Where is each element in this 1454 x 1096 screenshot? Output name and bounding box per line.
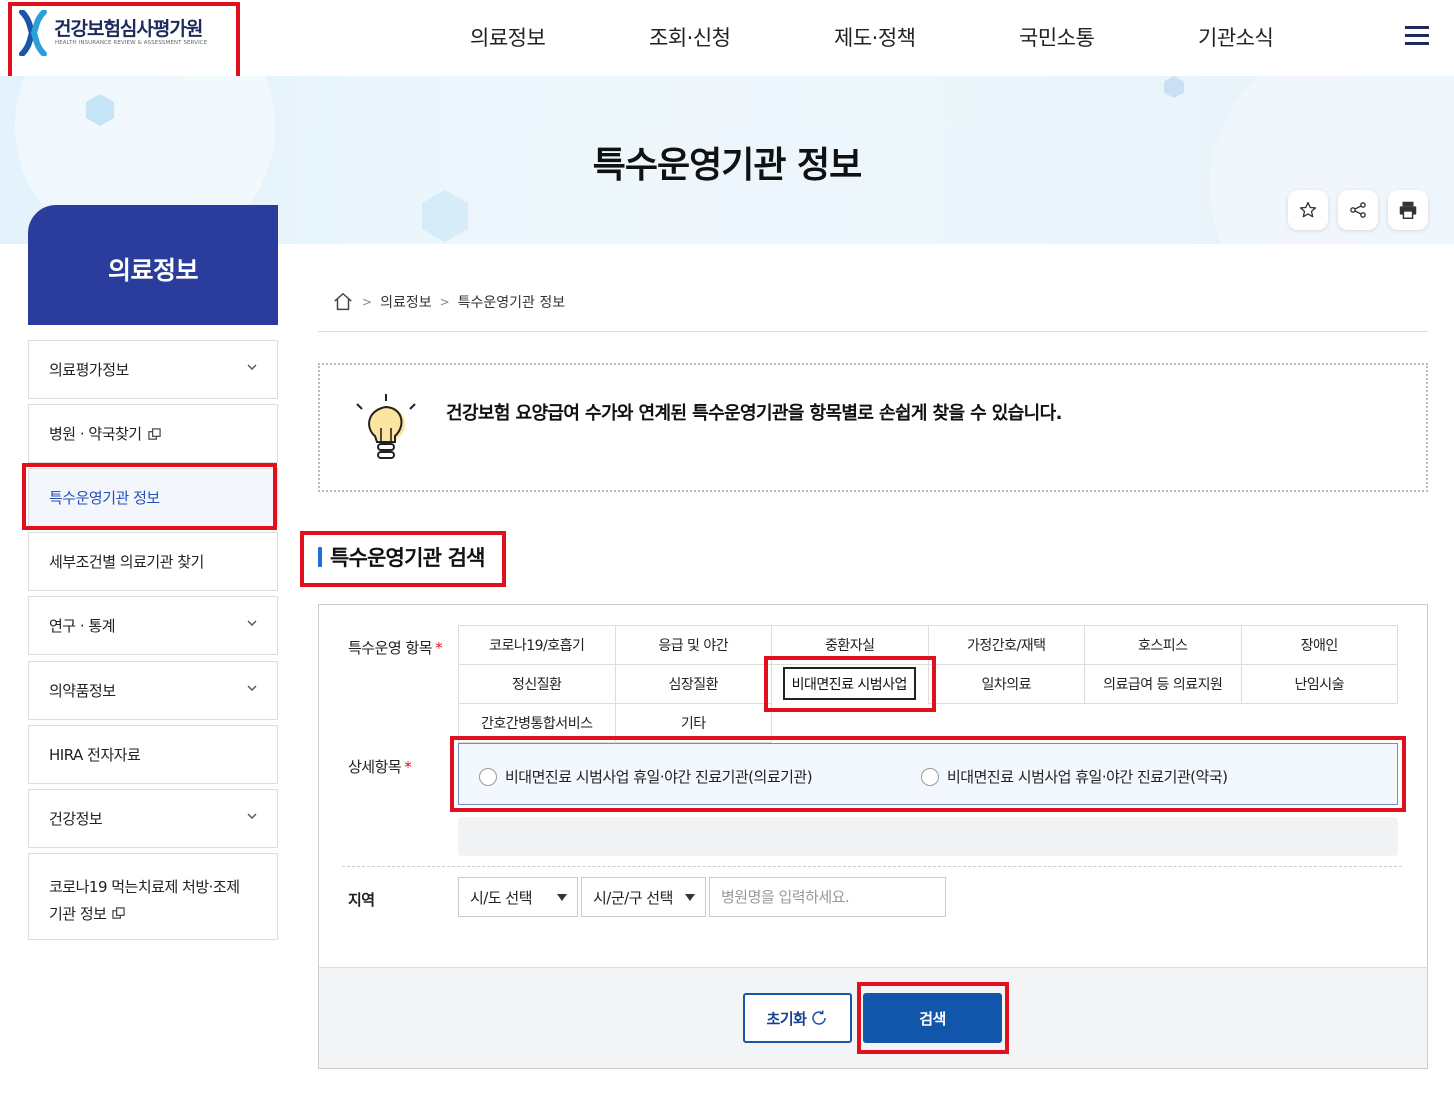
sidebar-item-covid-treatment[interactable]: 코로나19 먹는치료제 처방·조제 기관 정보 — [28, 853, 278, 940]
category-option[interactable]: 심장질환 — [614, 664, 772, 704]
external-link-icon — [147, 428, 161, 440]
radio-circle-icon[interactable] — [479, 767, 497, 786]
sidebar-item-research[interactable]: 연구 · 통계 — [28, 596, 278, 655]
detail-radio-pharmacy[interactable]: 비대면진료 시범사업 휴일·야간 진료기관(약국) — [921, 766, 1228, 787]
category-option[interactable]: 코로나19/호흡기 — [458, 625, 616, 665]
sidebar-item-label: 의료평가정보 — [49, 361, 129, 379]
category-option[interactable]: 일차의료 — [927, 664, 1085, 704]
region-label: 지역 — [348, 891, 375, 909]
hamburger-icon[interactable] — [1405, 26, 1429, 46]
nav-communication[interactable]: 국민소통 — [1019, 22, 1095, 52]
nav-news[interactable]: 기관소식 — [1198, 22, 1274, 52]
caret-down-icon — [557, 894, 567, 901]
select-value: 시/군/구 선택 — [593, 888, 673, 907]
hexagon-decoration-icon — [86, 94, 114, 126]
sidebar-item-label: 의약품정보 — [49, 682, 116, 700]
sidebar-item-detail-search[interactable]: 세부조건별 의료기관 찾기 — [28, 532, 278, 591]
nav-medical-info[interactable]: 의료정보 — [470, 22, 546, 52]
sidebar-item-label: 병원 · 약국찾기 — [49, 425, 142, 443]
info-text: 건강보험 요양급여 수가와 연계된 특수운영기관을 항목별로 손쉽게 찾을 수 … — [446, 403, 1062, 424]
chevron-down-icon — [247, 685, 257, 691]
radio-label: 비대면진료 시범사업 휴일·야간 진료기관(약국) — [947, 768, 1228, 786]
section-title-text: 특수운영기관 검색 — [330, 546, 485, 570]
radio-circle-icon[interactable] — [921, 767, 939, 786]
section-title: 특수운영기관 검색 — [318, 542, 485, 572]
caret-down-icon — [685, 894, 695, 901]
sidebar-item-label: HIRA 전자자료 — [49, 746, 141, 764]
sidebar-item-label: 건강정보 — [49, 810, 103, 828]
logo-text-en: HEALTH INSURANCE REVIEW & ASSESSMENT SER… — [55, 40, 208, 46]
category-option[interactable]: 정신질환 — [458, 664, 616, 704]
sido-select[interactable]: 시/도 선택 — [458, 877, 578, 917]
star-icon — [1299, 201, 1317, 218]
category-option[interactable]: 응급 및 야간 — [614, 625, 772, 665]
detail-sub-area — [458, 817, 1398, 856]
refresh-icon — [812, 1010, 827, 1025]
nav-policy[interactable]: 제도·정책 — [834, 22, 916, 52]
sigungu-select[interactable]: 시/군/구 선택 — [581, 877, 706, 917]
reset-label: 초기화 — [766, 1009, 807, 1028]
sidebar-title: 의료정보 — [28, 205, 278, 325]
divider — [318, 331, 1428, 332]
home-icon[interactable] — [332, 291, 354, 313]
sidebar-item-hospital-finder[interactable]: 병원 · 약국찾기 — [28, 404, 278, 463]
category-option[interactable]: 난임시술 — [1240, 664, 1398, 704]
category-option[interactable]: 가정간호/재택 — [927, 625, 1085, 665]
chevron-down-icon — [247, 813, 257, 819]
print-icon — [1399, 201, 1417, 219]
detail-label: 상세항목 * — [348, 758, 412, 776]
category-option[interactable]: 호스피스 — [1084, 625, 1242, 665]
hexagon-decoration-icon — [1164, 76, 1184, 98]
sidebar-item-drug-info[interactable]: 의약품정보 — [28, 661, 278, 720]
nav-inquiry[interactable]: 조회·신청 — [649, 22, 731, 52]
share-icon — [1350, 202, 1366, 218]
top-header: 건강보험심사평가원 HEALTH INSURANCE REVIEW & ASSE… — [0, 0, 1454, 81]
divider — [342, 866, 1402, 867]
chevron-down-icon — [247, 620, 257, 626]
page-title: 특수운영기관 정보 — [592, 145, 863, 186]
logo-mark-icon — [19, 10, 47, 56]
sidebar-item-health-info[interactable]: 건강정보 — [28, 789, 278, 848]
category-label: 특수운영 항목 * — [348, 639, 443, 657]
search-button-highlight-box — [857, 982, 1009, 1054]
category-option[interactable]: 의료급여 등 의료지원 — [1084, 664, 1242, 704]
selected-category-highlight-box — [764, 656, 936, 712]
detail-radio-medical[interactable]: 비대면진료 시범사업 휴일·야간 진료기관(의료기관) — [479, 766, 813, 787]
lightbulb-icon — [356, 394, 416, 459]
logo-text-ko: 건강보험심사평가원 — [54, 18, 203, 40]
print-button[interactable] — [1388, 190, 1428, 230]
external-link-icon — [112, 907, 126, 919]
sidebar-item-label: 연구 · 통계 — [49, 617, 116, 635]
sidebar-active-highlight-box — [22, 463, 277, 530]
category-option[interactable]: 장애인 — [1240, 625, 1398, 665]
share-button[interactable] — [1338, 190, 1378, 230]
hexagon-decoration-icon — [422, 190, 468, 242]
reset-button[interactable]: 초기화 — [743, 993, 852, 1043]
sidebar-item-hira-data[interactable]: HIRA 전자자료 — [28, 725, 278, 784]
chevron-down-icon — [247, 364, 257, 370]
bookmark-button[interactable] — [1288, 190, 1328, 230]
breadcrumb-item[interactable]: 의료정보 — [380, 292, 432, 312]
radio-label: 비대면진료 시범사업 휴일·야간 진료기관(의료기관) — [505, 768, 813, 786]
info-box — [318, 363, 1428, 492]
breadcrumb: > 의료정보 > 특수운영기관 정보 — [332, 291, 565, 313]
sidebar-item-label: 세부조건별 의료기관 찾기 — [49, 553, 204, 571]
hospital-name-input[interactable] — [709, 877, 946, 917]
sidebar-item-label: 코로나19 먹는치료제 처방·조제 — [49, 878, 240, 896]
select-value: 시/도 선택 — [470, 888, 533, 907]
sidebar-item-label: 기관 정보 — [49, 905, 107, 923]
sidebar-item-evaluation[interactable]: 의료평가정보 — [28, 340, 278, 399]
breadcrumb-item-current: 특수운영기관 정보 — [457, 295, 566, 311]
